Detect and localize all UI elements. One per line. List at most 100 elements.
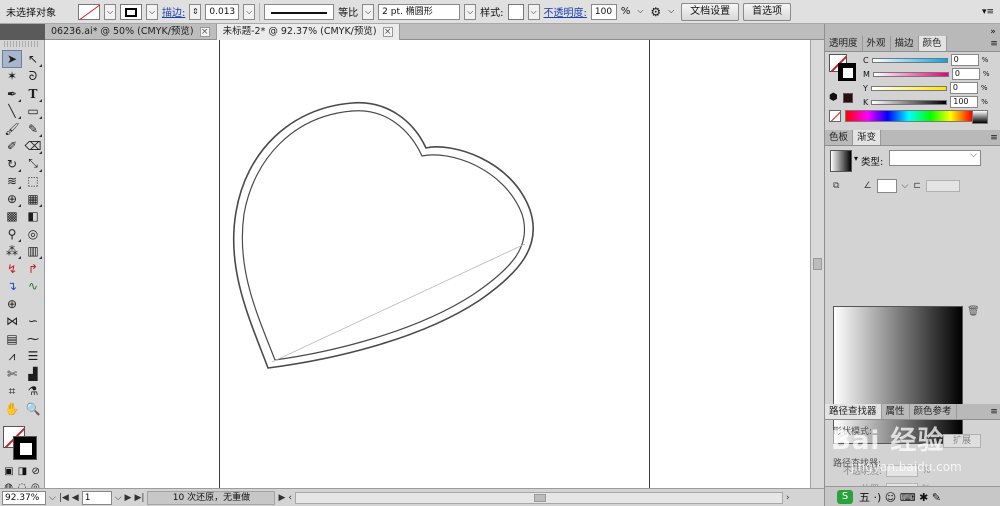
panel-menu-icon[interactable]: ≡ <box>987 130 1000 145</box>
tab-gradient[interactable]: 渐变 <box>853 130 882 145</box>
edit-gradient-icon[interactable]: ⧉ <box>833 181 839 191</box>
scroll-left-button[interactable]: ‹ <box>288 493 292 503</box>
blob-brush-tool-icon[interactable]: ✐ <box>2 138 22 156</box>
none-swatch[interactable] <box>829 110 841 122</box>
dropper-alt-icon[interactable]: ⚗ <box>23 383 43 401</box>
knife-tool-icon[interactable]: ✄ <box>2 365 22 383</box>
swatch-black[interactable] <box>843 93 853 103</box>
tab-stroke[interactable]: 描边 <box>891 36 919 51</box>
color-spectrum[interactable] <box>845 110 988 124</box>
vertical-scrollbar[interactable] <box>810 40 824 488</box>
chart-tool-icon[interactable]: ▟ <box>23 365 43 383</box>
tab-appearance[interactable]: 外观 <box>863 36 891 51</box>
gradient-mode-icon[interactable]: ◨ <box>18 466 27 477</box>
stroke-swatch[interactable] <box>120 3 142 20</box>
brush-dropdown[interactable]: ⌵ <box>464 3 477 20</box>
channel-value[interactable]: 0 <box>949 82 978 94</box>
ime-logo-icon[interactable]: S <box>837 489 853 504</box>
artwork-layer[interactable] <box>45 40 810 488</box>
slice-tool-icon[interactable]: ▤ <box>2 330 22 348</box>
hand-tool-icon[interactable]: ✋ <box>2 400 22 418</box>
rectangle-tool-icon[interactable]: ▭ <box>23 103 43 121</box>
style-dropdown[interactable]: ⌵ <box>527 3 540 20</box>
heart-inner-shape[interactable] <box>241 110 526 361</box>
custom-tool-a-icon[interactable]: ↯ <box>2 260 22 278</box>
opacity-link[interactable]: 不透明度: <box>544 4 587 19</box>
shape-builder-tool-icon[interactable]: ⊕ <box>2 190 22 208</box>
horizontal-scrollbar[interactable] <box>294 491 783 504</box>
preferences-button[interactable]: 首选项 <box>743 2 792 21</box>
direct-selection-tool-icon[interactable]: ↖ <box>23 50 43 68</box>
variable-width-profile[interactable] <box>264 3 335 20</box>
scroll-thumb[interactable] <box>533 493 546 502</box>
panel-menu-icon[interactable]: ≡ <box>987 36 1000 51</box>
fill-stroke-swatch[interactable] <box>829 54 859 84</box>
document-setup-button[interactable]: 文档设置 <box>681 2 740 21</box>
prev-page-button[interactable]: ◀ <box>72 493 79 503</box>
custom-tool-d-icon[interactable]: ∿ <box>23 278 43 296</box>
tab-color-guide[interactable]: 颜色参考 <box>910 404 957 419</box>
channel-value[interactable]: 100 <box>950 96 979 108</box>
type-tool-icon[interactable]: T <box>23 85 43 103</box>
canvas-area[interactable] <box>45 40 810 488</box>
lasso-tool-icon[interactable]: ᘐ <box>23 68 43 86</box>
gradient-preview[interactable] <box>830 150 852 172</box>
smooth-tool-icon[interactable]: ⁓ <box>23 330 43 348</box>
width-tool-icon[interactable]: ∽ <box>23 313 43 331</box>
channel-slider[interactable] <box>871 57 948 63</box>
stroke-weight-stepper[interactable]: ⇕ <box>189 3 202 20</box>
angle-dropdown[interactable]: ⌵ <box>902 181 909 191</box>
control-panel-menu-icon[interactable]: ▾≡ <box>982 7 994 17</box>
magic-wand-tool-icon[interactable]: ✶ <box>2 68 22 86</box>
channel-value[interactable]: 0 <box>951 68 980 80</box>
none-mode-icon[interactable]: ⊘ <box>31 466 39 477</box>
opacity-dropdown[interactable]: ⌵ <box>634 4 646 20</box>
next-page-button[interactable]: ▶ <box>125 493 132 503</box>
fill-swatch-none[interactable] <box>78 3 100 20</box>
zoom-dropdown[interactable]: ⌵ <box>49 493 56 503</box>
heart-outer-shape[interactable] <box>232 102 535 369</box>
tab-pathfinder[interactable]: 路径查找器 <box>825 404 882 419</box>
trash-icon[interactable]: 🗑 <box>967 306 980 317</box>
pencil-tool-icon[interactable]: ✎ <box>23 120 43 138</box>
graphic-style-swatch[interactable] <box>507 3 524 20</box>
symbol-sprayer-tool-icon[interactable]: ⁂ <box>2 243 22 261</box>
opacity-field[interactable]: 100 <box>590 3 617 20</box>
stroke-dropdown[interactable]: ⌵ <box>146 3 158 20</box>
tab-color[interactable]: 颜色 <box>918 36 947 51</box>
channel-slider[interactable] <box>871 99 948 105</box>
stroke-weight-field[interactable]: 0.013 <box>205 3 240 20</box>
fill-stroke-widget[interactable] <box>3 426 41 464</box>
recolor-icon[interactable]: ⚙ <box>650 5 661 19</box>
color-mode-icon[interactable]: ▣ <box>4 466 13 477</box>
fill-dropdown[interactable]: ⌵ <box>104 3 116 20</box>
recolor-dropdown[interactable]: ⌵ <box>665 4 677 20</box>
stroke-icon[interactable] <box>838 63 856 81</box>
status-menu-arrow[interactable]: ▶ <box>278 493 285 503</box>
panel-menu-icon[interactable]: ≡ <box>987 404 1000 419</box>
selection-tool-icon[interactable]: ➤ <box>2 50 22 68</box>
gradient-preview-dropdown[interactable]: ▾ <box>854 154 858 163</box>
tab-document-2[interactable]: 未标题-2* @ 92.37% (CMYK/预览) × <box>216 24 400 40</box>
gradient-type-select[interactable] <box>889 150 981 166</box>
target-tool-icon[interactable]: ⊕ <box>2 295 22 313</box>
ime-status[interactable]: 五 ·) ☺ ⌨ ✱ ✎ <box>859 489 941 505</box>
warp-tool-icon[interactable]: ≋ <box>2 173 22 191</box>
close-icon[interactable]: × <box>199 27 210 37</box>
stroke-weight-dropdown[interactable]: ⌵ <box>243 3 256 20</box>
eraser-tool-icon[interactable]: ⌫ <box>23 138 43 156</box>
tab-attributes[interactable]: 属性 <box>882 404 910 419</box>
line-tool-icon[interactable]: ╲ <box>2 103 22 121</box>
aspect-ratio-field[interactable] <box>925 180 960 192</box>
channel-slider[interactable] <box>870 85 947 91</box>
tab-swatches[interactable]: 色板 <box>825 130 854 145</box>
mesh-tool-icon[interactable]: ▩ <box>2 208 22 226</box>
channel-slider[interactable] <box>872 71 949 77</box>
blend-tool-icon[interactable]: ◎ <box>23 225 43 243</box>
scroll-right-button[interactable]: › <box>786 493 790 503</box>
toolbox-grip[interactable] <box>4 41 40 47</box>
angle-field[interactable] <box>876 179 897 193</box>
zigzag-tool-icon[interactable]: ⩘ <box>2 348 22 366</box>
gradient-tool-icon[interactable]: ◧ <box>23 208 43 226</box>
tab-document-1[interactable]: 06236.ai* @ 50% (CMYK/预览) × <box>45 24 217 40</box>
